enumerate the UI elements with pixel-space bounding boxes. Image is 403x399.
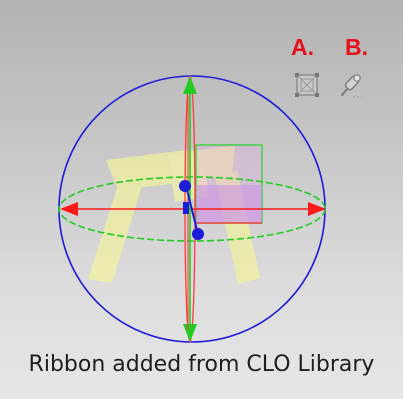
gizmo-center-handle-bottom[interactable] — [192, 228, 204, 240]
gizmo-pivot-marker — [183, 202, 189, 214]
gizmo-scene[interactable] — [0, 0, 403, 399]
annotation-label-b: B. — [345, 34, 368, 60]
gizmo-center-handle-top[interactable] — [179, 180, 191, 192]
bounding-box-icon[interactable] — [292, 70, 322, 100]
caption-text: Ribbon added from CLO Library — [28, 352, 375, 377]
y-axis-arrowhead-bottom — [183, 324, 197, 342]
annotation-label-a: A. — [291, 34, 314, 60]
x-axis-arrowhead-left — [60, 202, 78, 216]
3d-viewport[interactable]: A. B. Ribbon added from CLO Library — [0, 0, 403, 399]
pin-tool-icon[interactable] — [335, 70, 365, 100]
y-axis-arrowhead-top — [183, 76, 197, 94]
selection-bounding-box — [195, 144, 263, 224]
